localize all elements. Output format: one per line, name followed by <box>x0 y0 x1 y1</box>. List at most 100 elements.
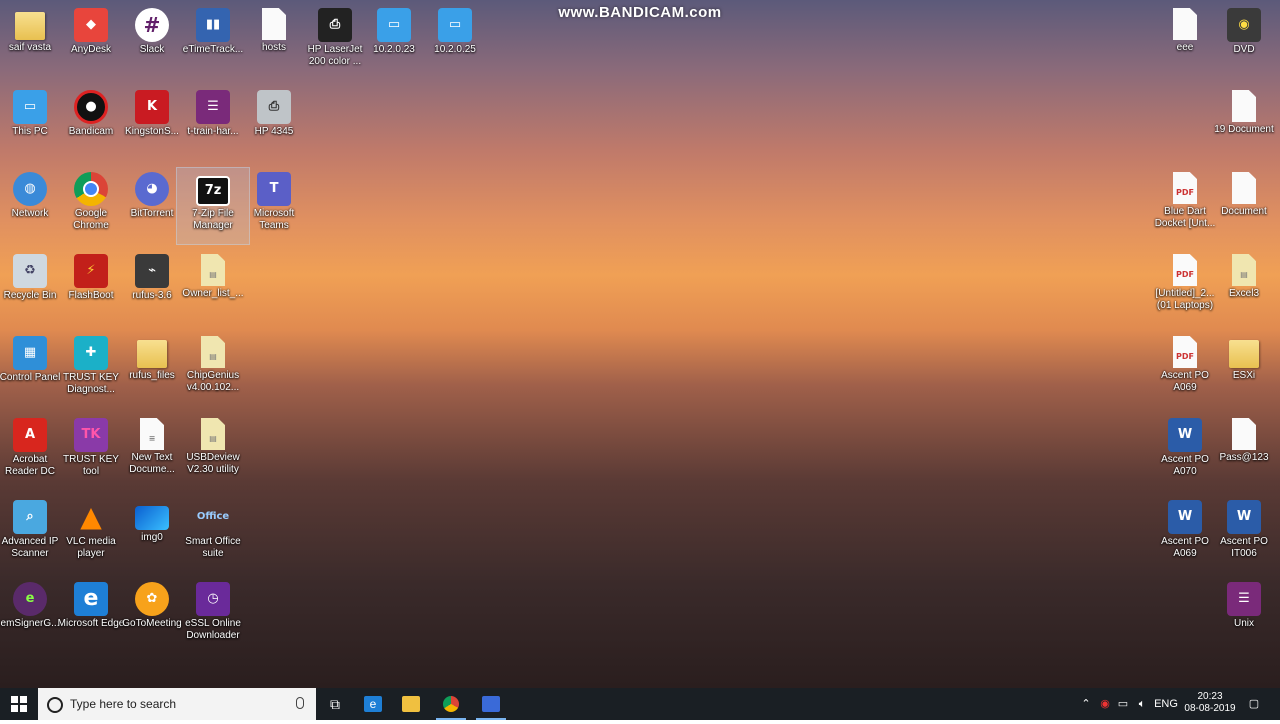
desktop-icon-unix[interactable]: ☰ Unix <box>1208 578 1280 654</box>
desktop-icon-excel3[interactable]: ▤ Excel3 <box>1208 250 1280 326</box>
dvd-icon: ◉ <box>1227 8 1261 42</box>
icon-label: USBDeview V2.30 utility <box>186 452 240 475</box>
chevron-up-icon: ⌃ <box>1081 698 1091 710</box>
icon-label: Smart Office suite <box>185 536 241 559</box>
desktop-icon-chipgenius[interactable]: ▤ ChipGenius v4.00.102... <box>177 332 249 408</box>
text-file-icon: ≡ <box>140 418 164 450</box>
desktop-background[interactable]: www.BANDICAM.com saif vasta ▭ This PC ◍ … <box>0 0 1280 688</box>
file-icon <box>1232 90 1256 122</box>
bandicam-icon: ● <box>74 90 108 124</box>
icon-label: Owner_list_... <box>182 288 244 299</box>
gotomeeting-icon: ✿ <box>135 582 169 616</box>
control-panel-icon: ▦ <box>13 336 47 370</box>
anydesk-icon: ◆ <box>74 8 108 42</box>
7zip-icon: 7z <box>196 176 230 206</box>
rufus-usb-icon: ⌁ <box>135 254 169 288</box>
file-icon <box>1232 418 1256 450</box>
network-icon: ▭ <box>1117 698 1129 710</box>
icon-label: ChipGenius v4.00.102... <box>186 370 240 393</box>
icon-label: HP 4345 <box>254 126 294 137</box>
file-icon <box>1232 172 1256 204</box>
word-document-icon: W <box>1168 418 1202 452</box>
smart-office-icon: Office <box>196 511 230 522</box>
edge-icon: e <box>74 582 108 616</box>
slack-icon: # <box>135 8 169 42</box>
taskbar-app[interactable] <box>472 688 510 720</box>
icon-label: Ascent PO IT006 <box>1220 536 1268 559</box>
taskbar-edge[interactable]: e <box>354 688 392 720</box>
desktop-icon-hp-4345[interactable]: ⎙ HP 4345 <box>238 86 310 162</box>
desktop-icon-esxi[interactable]: ESXi <box>1208 332 1280 408</box>
pdf-file-icon: PDF <box>1173 254 1197 286</box>
desktop-icon-ascent-po-it006[interactable]: W Ascent PO IT006 <box>1208 496 1280 572</box>
file-icon <box>262 8 286 40</box>
task-view-button[interactable]: ⧉ <box>316 688 354 720</box>
record-icon: ◉ <box>1100 698 1110 710</box>
word-document-icon: W <box>1227 500 1261 534</box>
taskbar-chrome[interactable] <box>432 688 470 720</box>
folder-icon <box>1229 340 1259 368</box>
vlc-cone-icon: ▲ <box>80 500 102 533</box>
kingston-icon: K <box>135 90 169 124</box>
desktop-icon-pass123[interactable]: Pass@123 <box>1208 414 1280 490</box>
emsigner-icon: e <box>13 582 47 616</box>
clock-time: 20:23 <box>1197 691 1223 702</box>
desktop-icon-usbdeview[interactable]: ▤ USBDeview V2.30 utility <box>177 414 249 490</box>
tray-network[interactable]: ▭ <box>1114 688 1132 720</box>
action-center-button[interactable]: ▢ <box>1242 688 1266 720</box>
app-icon <box>482 696 500 712</box>
edge-icon: e <box>364 696 382 712</box>
image-file-icon <box>135 506 169 530</box>
icon-label: eSSL Online Downloader <box>185 618 241 641</box>
trust-key-tool-icon: TK <box>74 418 108 452</box>
tray-bandicam[interactable]: ◉ <box>1096 688 1114 720</box>
show-hidden-icons[interactable]: ⌃ <box>1078 688 1094 720</box>
taskbar: Type here to search ⧉ e ⌃ ◉ ▭ 🔈︎ ENG 20:… <box>0 688 1280 720</box>
zip-file-icon: ▤ <box>1232 254 1256 286</box>
essl-clock-icon: ◷ <box>196 582 230 616</box>
desktop-icon-essl[interactable]: ◷ eSSL Online Downloader <box>177 578 249 654</box>
input-language[interactable]: ENG <box>1153 688 1179 720</box>
desktop-icon-microsoft-teams[interactable]: T Microsoft Teams <box>238 168 310 244</box>
bittorrent-icon: ◕ <box>135 172 169 206</box>
word-document-icon: W <box>1168 500 1202 534</box>
desktop-icon-owner-list[interactable]: ▤ Owner_list_... <box>177 250 249 326</box>
remote-desktop-icon: ▭ <box>377 8 411 42</box>
speaker-icon: 🔈︎ <box>1138 698 1146 710</box>
winrar-archive-icon: ☰ <box>196 90 230 124</box>
icon-label: Excel3 <box>1228 288 1259 299</box>
desktop-icon-10-2-0-25[interactable]: ▭ 10.2.0.25 <box>419 4 491 80</box>
acrobat-icon: A <box>13 418 47 452</box>
task-view-icon: ⧉ <box>330 696 340 712</box>
chrome-icon <box>443 696 459 712</box>
recycle-bin-icon: ♻ <box>13 254 47 288</box>
desktop-icon-smart-office[interactable]: Office Smart Office suite <box>177 496 249 572</box>
tray-volume[interactable]: 🔈︎ <box>1133 688 1151 720</box>
clock[interactable]: 20:23 08-08-2019 <box>1180 688 1240 720</box>
taskbar-file-explorer[interactable] <box>392 688 430 720</box>
pdf-file-icon: PDF <box>1173 336 1197 368</box>
notification-icon: ▢ <box>1248 698 1260 710</box>
icon-label: Unix <box>1233 618 1254 629</box>
microphone-icon[interactable] <box>296 697 304 709</box>
desktop-icon-19-document[interactable]: 19 Document <box>1208 86 1280 162</box>
icon-label: 19 Document <box>1214 124 1274 135</box>
remote-desktop-icon: ▭ <box>438 8 472 42</box>
pdf-file-icon: PDF <box>1173 172 1197 204</box>
trust-key-icon: ✚ <box>74 336 108 370</box>
start-button[interactable] <box>0 688 38 720</box>
icon-label: Pass@123 <box>1219 452 1269 463</box>
chrome-icon <box>74 172 108 206</box>
icon-label: Microsoft Teams <box>253 208 295 231</box>
printer-icon: ⎙ <box>257 90 291 124</box>
taskbar-search-box[interactable]: Type here to search <box>38 688 316 720</box>
search-placeholder: Type here to search <box>70 697 177 711</box>
icon-label: Document <box>1221 206 1267 217</box>
file-explorer-icon <box>402 696 420 712</box>
zip-file-icon: ▤ <box>201 336 225 368</box>
windows-logo-icon <box>11 696 27 712</box>
desktop-icon-dvd[interactable]: ◉ DVD <box>1208 4 1280 80</box>
clock-date: 08-08-2019 <box>1184 703 1236 714</box>
etimetrack-icon: ▮▮ <box>196 8 230 42</box>
desktop-icon-document[interactable]: Document <box>1208 168 1280 244</box>
